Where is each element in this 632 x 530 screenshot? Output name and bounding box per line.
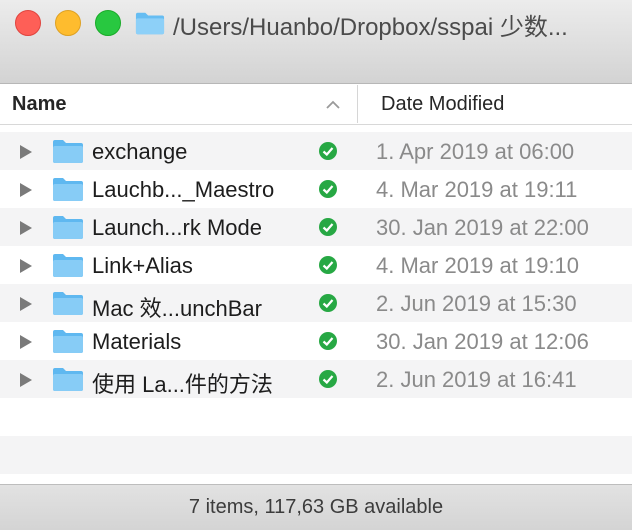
synced-check-icon: [319, 294, 337, 312]
date-modified: 4. Mar 2019 at 19:11: [376, 177, 578, 202]
synced-check-icon: [319, 370, 337, 388]
folder-icon: [53, 330, 83, 353]
close-button[interactable]: [15, 10, 41, 36]
synced-check-icon: [319, 256, 337, 274]
status-bar: 7 items, 117,63 GB available: [0, 484, 632, 530]
date-modified: 30. Jan 2019 at 22:00: [376, 215, 589, 240]
column-header-date-modified[interactable]: Date Modified: [381, 93, 504, 116]
disclosure-triangle-icon[interactable]: [17, 257, 35, 275]
disclosure-triangle-icon[interactable]: [17, 295, 35, 313]
folder-icon: [53, 178, 83, 201]
synced-check-icon: [319, 332, 337, 350]
date-modified: 1. Apr 2019 at 06:00: [376, 139, 575, 164]
disclosure-triangle-icon[interactable]: [17, 219, 35, 237]
list-item[interactable]: 使用 La...件的方法 2. Jun 2019 at 16:41: [0, 360, 632, 398]
column-header-name[interactable]: Name: [12, 93, 66, 116]
list-item[interactable]: Link+Alias 4. Mar 2019 at 19:10: [0, 246, 632, 284]
date-modified: 2. Jun 2019 at 15:30: [376, 291, 577, 316]
list-item[interactable]: Materials 30. Jan 2019 at 12:06: [0, 322, 632, 360]
file-name: Launch...rk Mode: [92, 215, 262, 240]
list-item[interactable]: Mac 效...unchBar 2. Jun 2019 at 15:30: [0, 284, 632, 322]
maximize-button[interactable]: [95, 10, 121, 36]
file-name: Mac 效...unchBar: [92, 296, 262, 321]
file-list: exchange 1. Apr 2019 at 06:00 Lauchb..._…: [0, 132, 632, 474]
file-name: Materials: [92, 329, 182, 354]
column-header-bar: Name Date Modified: [0, 85, 632, 125]
empty-row: [0, 436, 632, 474]
title-bar[interactable]: /Users/Huanbo/Dropbox/sspai 少数...: [0, 0, 632, 84]
chevron-up-icon[interactable]: [323, 97, 343, 113]
date-modified: 2. Jun 2019 at 16:41: [376, 367, 577, 392]
disclosure-triangle-icon[interactable]: [17, 333, 35, 351]
folder-icon: [53, 368, 83, 391]
synced-check-icon: [319, 218, 337, 236]
synced-check-icon: [319, 180, 337, 198]
disclosure-triangle-icon[interactable]: [17, 371, 35, 389]
synced-check-icon: [319, 142, 337, 160]
date-modified: 30. Jan 2019 at 12:06: [376, 329, 589, 354]
folder-icon: [53, 292, 83, 315]
folder-icon: [53, 216, 83, 239]
file-name: Link+Alias: [92, 253, 193, 278]
date-modified: 4. Mar 2019 at 19:10: [376, 253, 580, 278]
folder-icon: [135, 12, 165, 35]
list-item[interactable]: exchange 1. Apr 2019 at 06:00: [0, 132, 632, 170]
file-name: exchange: [92, 139, 188, 164]
list-item[interactable]: Launch...rk Mode 30. Jan 2019 at 22:00: [0, 208, 632, 246]
file-name: Lauchb..._Maestro: [92, 177, 275, 202]
status-text: 7 items, 117,63 GB available: [188, 496, 444, 518]
column-divider[interactable]: [357, 85, 358, 123]
list-item[interactable]: Lauchb..._Maestro 4. Mar 2019 at 19:11: [0, 170, 632, 208]
folder-icon: [53, 140, 83, 163]
minimize-button[interactable]: [55, 10, 81, 36]
file-name: 使用 La...件的方法: [92, 372, 273, 397]
disclosure-triangle-icon[interactable]: [17, 143, 35, 161]
empty-row: [0, 398, 632, 436]
disclosure-triangle-icon[interactable]: [17, 181, 35, 199]
window-title: /Users/Huanbo/Dropbox/sspai 少数...: [173, 14, 568, 41]
folder-icon: [53, 254, 83, 277]
